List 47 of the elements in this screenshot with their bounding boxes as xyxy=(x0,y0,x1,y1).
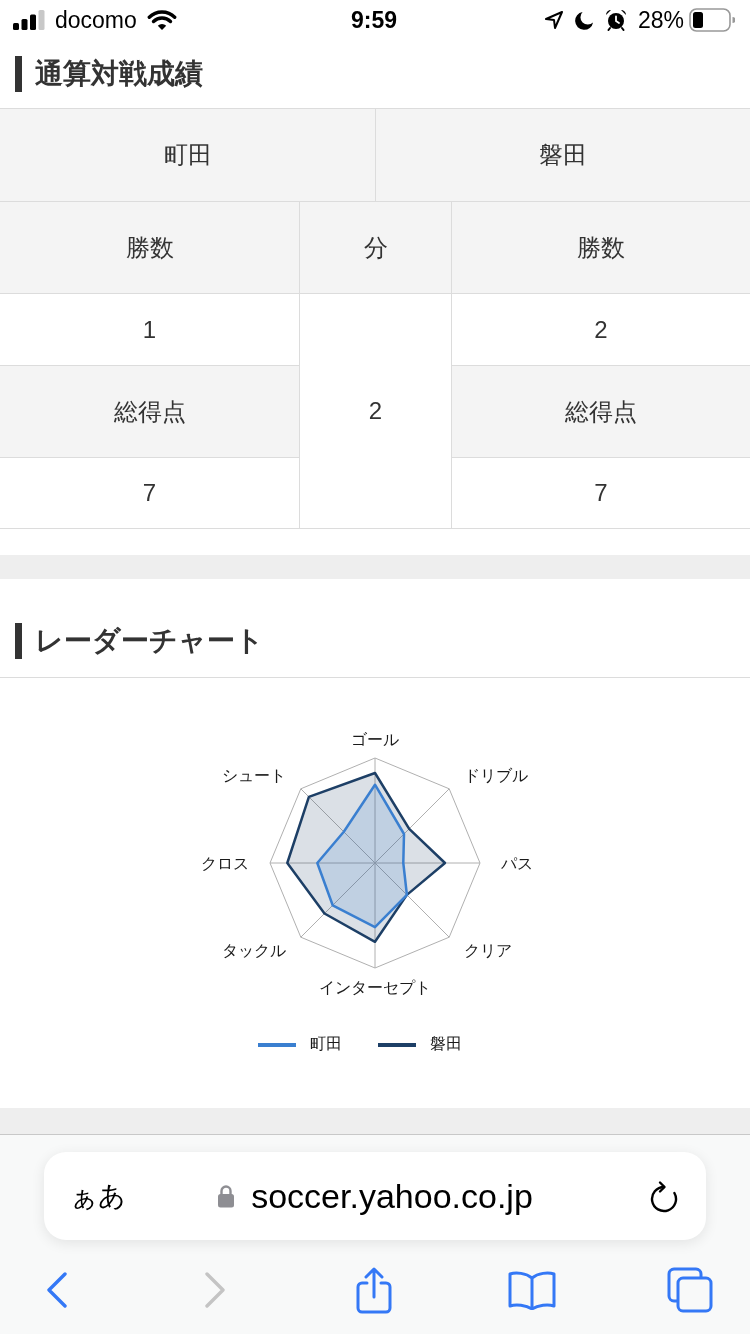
carrier-name: docomo xyxy=(55,6,137,34)
battery-icon xyxy=(689,8,735,32)
table-cell: 2 xyxy=(300,294,451,528)
tabs-icon xyxy=(667,1267,713,1313)
axis-label: シュート xyxy=(221,766,286,784)
section-title: 通算対戦成績 xyxy=(35,57,203,91)
table-header: 総得点 xyxy=(452,366,750,457)
location-arrow-icon xyxy=(543,10,564,30)
wifi-icon xyxy=(146,9,177,31)
table-cell: 1 xyxy=(0,294,299,365)
clock-time: 9:59 xyxy=(350,6,397,34)
table-header: 磐田 xyxy=(376,109,750,201)
url-text: soccer.yahoo.co.jp xyxy=(251,1176,533,1216)
legend-label: 町田 xyxy=(310,1034,342,1054)
battery-percent: 28% xyxy=(637,6,684,34)
legend-label: 磐田 xyxy=(430,1034,462,1054)
axis-label: インターセプト xyxy=(319,978,431,996)
address-bar[interactable]: ぁあ soccer.yahoo.co.jp xyxy=(44,1152,706,1240)
axis-label: タックル xyxy=(221,942,286,960)
table-header: 勝数 xyxy=(452,202,750,293)
axis-label: パス xyxy=(501,854,533,872)
table-header: 分 xyxy=(300,202,451,293)
chevron-right-icon xyxy=(205,1272,226,1308)
text-size-button[interactable]: ぁあ xyxy=(70,1178,126,1214)
heading-accent-bar xyxy=(15,623,22,659)
tabs-button[interactable] xyxy=(666,1266,714,1314)
reload-icon xyxy=(648,1179,680,1213)
alarm-clock-icon xyxy=(604,9,627,31)
moon-icon xyxy=(574,10,594,30)
heading-accent-bar xyxy=(15,56,22,92)
axis-label: ドリブル xyxy=(464,766,529,784)
chevron-left-icon xyxy=(47,1272,67,1308)
table-header: 町田 xyxy=(0,109,375,201)
table-cell: 2 xyxy=(452,294,750,365)
table-header: 勝数 xyxy=(0,202,299,293)
share-icon xyxy=(355,1266,392,1314)
lock-icon xyxy=(217,1184,236,1208)
signal-icon xyxy=(13,10,45,30)
table-cell: 7 xyxy=(452,458,750,528)
open-book-icon xyxy=(507,1270,556,1310)
axis-label: ゴール xyxy=(351,730,399,748)
axis-label: クリア xyxy=(464,942,513,960)
section-title: レーダーチャート xyxy=(35,624,264,658)
reload-button[interactable] xyxy=(648,1179,680,1213)
table-cell: 7 xyxy=(0,458,299,528)
axis-label: クロス xyxy=(201,854,249,872)
table-header: 総得点 xyxy=(0,366,299,457)
